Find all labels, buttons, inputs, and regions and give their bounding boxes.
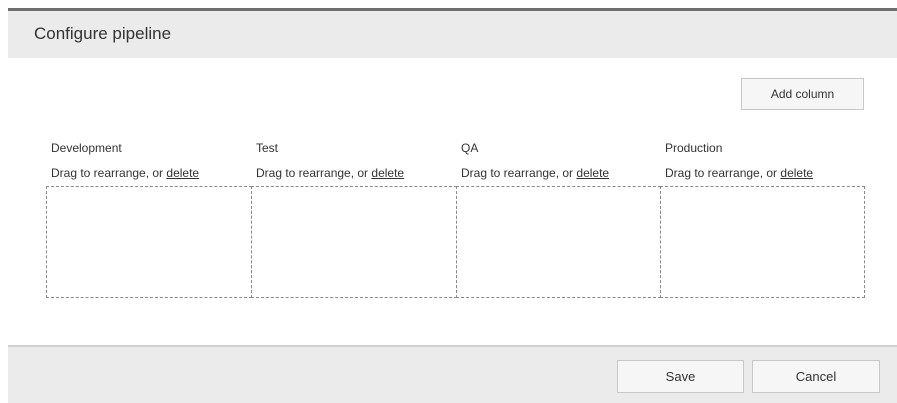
column-hint: Drag to rearrange, or delete — [665, 166, 813, 180]
column-dropzone-production[interactable] — [660, 186, 865, 298]
column-hint-text: Drag to rearrange, or — [665, 166, 781, 180]
dialog-title: Configure pipeline — [34, 24, 172, 43]
column-hint: Drag to rearrange, or delete — [51, 166, 199, 180]
cancel-button[interactable]: Cancel — [752, 360, 880, 393]
delete-column-link[interactable]: delete — [166, 166, 199, 180]
column-title: QA — [461, 141, 479, 155]
dialog-footer: Save Cancel — [8, 345, 897, 403]
column-hint-text: Drag to rearrange, or — [51, 166, 167, 180]
column-title: Production — [665, 141, 723, 155]
delete-column-link[interactable]: delete — [780, 166, 813, 180]
column-title: Test — [256, 141, 279, 155]
column-dropzone-test[interactable] — [251, 186, 457, 298]
delete-column-link[interactable]: delete — [576, 166, 609, 180]
column-title: Development — [51, 141, 122, 155]
column-hint-text: Drag to rearrange, or — [461, 166, 577, 180]
save-button[interactable]: Save — [617, 360, 744, 393]
add-column-button[interactable]: Add column — [741, 78, 864, 110]
column-hint: Drag to rearrange, or delete — [461, 166, 609, 180]
column-hint-text: Drag to rearrange, or — [256, 166, 372, 180]
dialog-header: Configure pipeline — [8, 8, 897, 58]
column-hint: Drag to rearrange, or delete — [256, 166, 404, 180]
configure-pipeline-dialog: Configure pipeline Add column Developmen… — [0, 0, 897, 403]
delete-column-link[interactable]: delete — [371, 166, 404, 180]
column-dropzone-development[interactable] — [46, 186, 252, 298]
column-dropzone-qa[interactable] — [456, 186, 661, 298]
